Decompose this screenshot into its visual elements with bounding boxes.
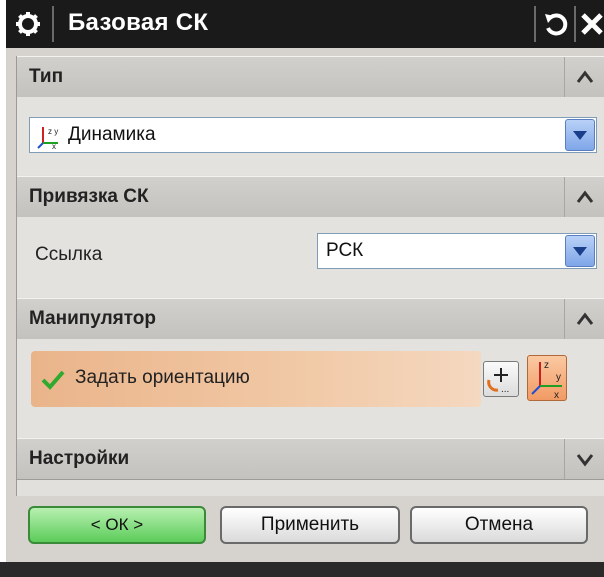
svg-text:z: z: [544, 360, 549, 371]
close-icon[interactable]: [576, 8, 604, 40]
apply-button[interactable]: Применить: [220, 506, 400, 544]
collapse-anchor-icon[interactable]: [564, 177, 604, 217]
svg-text:z y: z y: [48, 127, 58, 136]
ok-button[interactable]: < ОК >: [28, 506, 206, 544]
collapse-type-icon[interactable]: [564, 57, 604, 97]
reference-combo[interactable]: РСК: [317, 233, 597, 269]
section-type-body: z y x Динамика: [17, 97, 604, 175]
svg-text:x: x: [52, 142, 56, 149]
specify-orientation-row[interactable]: Задать ориентацию: [31, 351, 481, 407]
dynamic-csys-icon: z y x: [36, 123, 62, 154]
type-combo[interactable]: z y x Динамика: [29, 117, 597, 153]
section-settings-header[interactable]: Настройки: [17, 438, 604, 480]
svg-text:x: x: [554, 390, 559, 400]
section-manipulator-label: Манипулятор: [29, 308, 156, 329]
bottom-strip: [0, 562, 604, 577]
dialog-body: Тип z yx Динамика Привязка СК Ссылка РСК…: [16, 56, 604, 496]
dialog-title: Базовая СК: [68, 9, 209, 36]
section-manipulator-header[interactable]: Манипулятор: [17, 298, 604, 340]
section-anchor-body: Ссылка РСК: [17, 217, 604, 297]
svg-text:...: ...: [501, 384, 509, 395]
title-separator: [52, 6, 54, 42]
chevron-down-icon[interactable]: [565, 119, 595, 151]
csys-dialog: Базовая СК Тип z yx Динамика Привязка СК…: [6, 0, 604, 577]
title-bar[interactable]: Базовая СК: [6, 0, 604, 48]
cancel-button[interactable]: Отмена: [410, 506, 588, 544]
expand-settings-icon[interactable]: [564, 439, 604, 479]
reset-icon[interactable]: [540, 8, 572, 40]
title-separator: [534, 6, 536, 42]
chevron-down-icon[interactable]: [565, 235, 595, 267]
section-anchor-header[interactable]: Привязка СК: [17, 176, 604, 218]
section-manipulator-body: Задать ориентацию ... zyx: [17, 339, 604, 437]
specify-orientation-label: Задать ориентацию: [75, 367, 250, 388]
section-type-header[interactable]: Тип: [17, 56, 604, 98]
point-dialog-button[interactable]: ...: [483, 361, 519, 397]
collapse-manipulator-icon[interactable]: [564, 299, 604, 339]
section-anchor-label: Привязка СК: [29, 186, 149, 207]
section-settings-label: Настройки: [29, 448, 130, 469]
type-combo-value: Динамика: [68, 124, 156, 145]
reference-combo-value: РСК: [326, 240, 364, 261]
svg-text:y: y: [556, 372, 561, 383]
section-type-label: Тип: [29, 66, 64, 87]
gear-icon[interactable]: [14, 10, 42, 38]
reference-label: Ссылка: [35, 244, 103, 265]
csys-dialog-button[interactable]: zyx: [527, 355, 567, 401]
checkmark-icon: [41, 369, 65, 396]
